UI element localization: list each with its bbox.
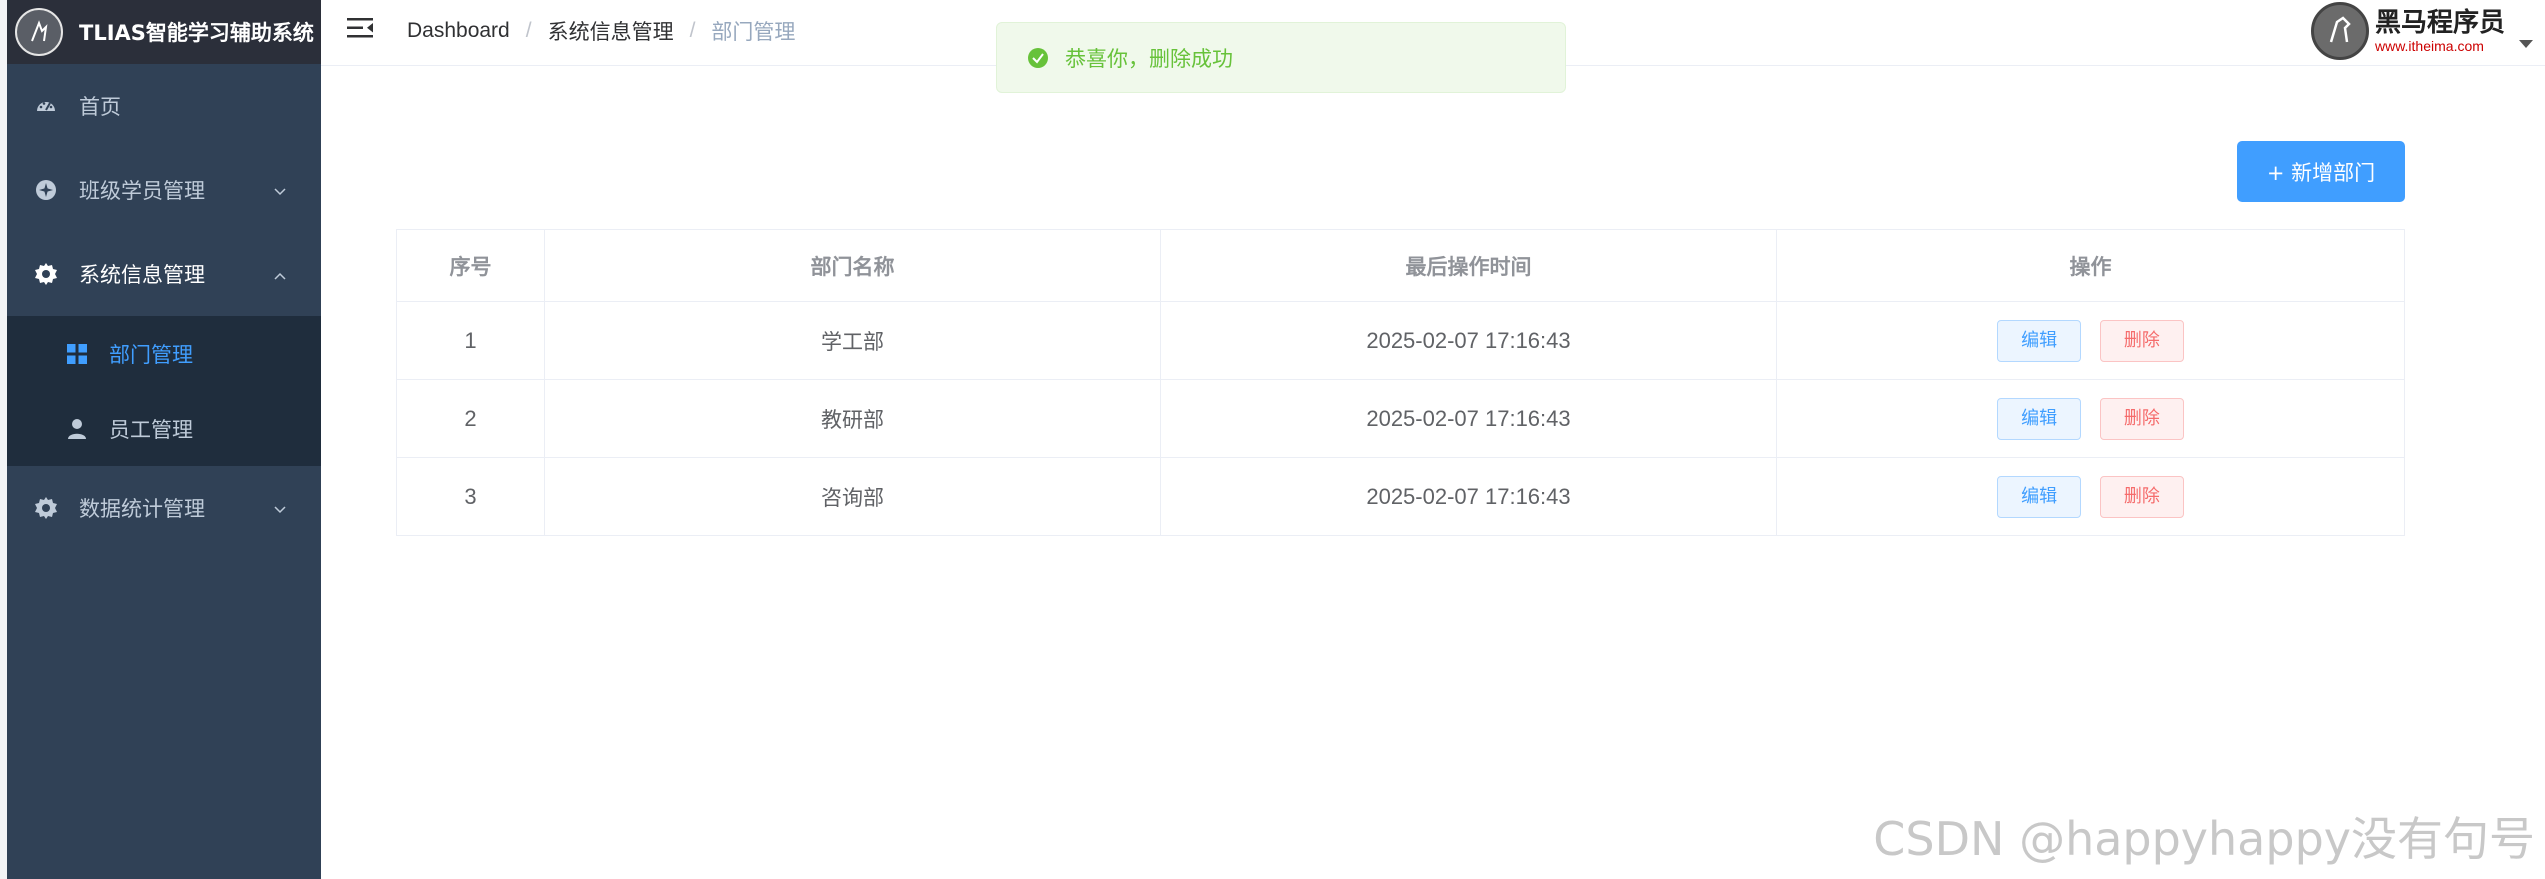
table-row: 1 学工部 2025-02-07 17:16:43 编辑 删除 <box>396 301 2405 380</box>
sidebar-item-system-info[interactable]: 系统信息管理 <box>7 232 321 316</box>
sidebar-item-label: 部门管理 <box>109 342 193 367</box>
app-title: TLIAS智能学习辅助系统 <box>79 21 314 45</box>
dashboard-icon <box>33 93 59 119</box>
delete-button[interactable]: 删除 <box>2099 397 2184 440</box>
breadcrumb-current: 部门管理 <box>711 21 796 44</box>
delete-button[interactable]: 删除 <box>2099 319 2184 362</box>
chevron-up-icon <box>273 262 287 286</box>
breadcrumb-dashboard[interactable]: Dashboard <box>407 19 510 43</box>
edit-button[interactable]: 编辑 <box>1997 397 2082 440</box>
cell-department-name: 教研部 <box>544 379 1161 458</box>
chevron-down-icon <box>273 178 287 202</box>
table-header-row: 序号 部门名称 最后操作时间 操作 <box>396 229 2405 302</box>
sidebar-item-label: 系统信息管理 <box>79 263 205 287</box>
cell-index: 2 <box>396 379 545 458</box>
sidebar-item-label: 班级学员管理 <box>79 179 205 203</box>
sidebar-item-employee[interactable]: 员工管理 <box>7 391 321 466</box>
caret-down-icon[interactable] <box>2519 40 2533 48</box>
user-icon <box>65 417 89 441</box>
cell-index: 3 <box>396 457 545 536</box>
success-message-text: 恭喜你，删除成功 <box>1065 46 1233 71</box>
success-message: 恭喜你，删除成功 <box>996 22 1566 93</box>
sidebar-item-department[interactable]: 部门管理 <box>7 316 321 391</box>
cell-updated-time: 2025-02-07 17:16:43 <box>1160 301 1777 380</box>
breadcrumb: Dashboard / 系统信息管理 / 部门管理 <box>407 16 795 46</box>
chevron-down-icon <box>273 496 287 520</box>
watermark: CSDN @happyhappy没有句号 <box>1873 812 2535 866</box>
table-row: 3 咨询部 2025-02-07 17:16:43 编辑 删除 <box>396 457 2405 536</box>
user-avatar[interactable]: 黑马程序员 www.itheima.com <box>2310 2 2505 60</box>
brand-header: TLIAS智能学习辅助系统 <box>7 0 321 64</box>
cell-actions: 编辑 删除 <box>1776 301 2405 380</box>
breadcrumb-separator: / <box>689 19 696 42</box>
column-header-actions: 操作 <box>1776 229 2405 302</box>
column-header-time: 最后操作时间 <box>1160 229 1777 302</box>
gear-icon <box>33 495 59 521</box>
sidebar-item-label: 首页 <box>79 95 121 119</box>
brand-logo-name: 黑马程序员 <box>2374 8 2505 38</box>
check-circle-icon <box>1028 47 1048 68</box>
app-logo-icon <box>15 8 63 56</box>
gear-icon <box>33 261 59 287</box>
cell-updated-time: 2025-02-07 17:16:43 <box>1160 379 1777 458</box>
submenu-system-info: 部门管理 员工管理 <box>7 316 321 466</box>
column-header-index: 序号 <box>396 229 545 302</box>
grid-icon <box>65 342 89 366</box>
menu-toggle-icon[interactable] <box>347 17 377 43</box>
edit-button[interactable]: 编辑 <box>1997 319 2082 362</box>
horse-logo-icon <box>2310 2 2369 60</box>
department-table: 序号 部门名称 最后操作时间 操作 1 学工部 2025-02-07 17:16… <box>396 229 2405 536</box>
sidebar-item-label: 员工管理 <box>109 417 193 442</box>
compass-icon <box>33 177 59 203</box>
cell-department-name: 学工部 <box>544 301 1161 380</box>
cell-updated-time: 2025-02-07 17:16:43 <box>1160 457 1777 536</box>
sidebar-item-class-students[interactable]: 班级学员管理 <box>7 148 321 232</box>
cell-index: 1 <box>396 301 545 380</box>
breadcrumb-system-info[interactable]: 系统信息管理 <box>548 16 674 46</box>
column-header-name: 部门名称 <box>544 229 1161 302</box>
sidebar-item-home[interactable]: 首页 <box>7 64 321 148</box>
breadcrumb-separator: / <box>525 19 532 42</box>
sidebar-item-data-stats[interactable]: 数据统计管理 <box>7 466 321 550</box>
edit-button[interactable]: 编辑 <box>1997 475 2082 518</box>
sidebar: TLIAS智能学习辅助系统 首页 班级学员管理 系统信息管理 部门管理 员工管理… <box>7 0 321 879</box>
cell-department-name: 咨询部 <box>544 457 1161 536</box>
add-department-button[interactable]: + 新增部门 <box>2237 141 2405 202</box>
table-row: 2 教研部 2025-02-07 17:16:43 编辑 删除 <box>396 379 2405 458</box>
cell-actions: 编辑 删除 <box>1776 379 2405 458</box>
brand-logo-url: www.itheima.com <box>2374 38 2484 54</box>
sidebar-item-label: 数据统计管理 <box>79 497 205 521</box>
delete-button[interactable]: 删除 <box>2099 475 2184 518</box>
cell-actions: 编辑 删除 <box>1776 457 2405 536</box>
left-edge-strip <box>0 0 7 879</box>
